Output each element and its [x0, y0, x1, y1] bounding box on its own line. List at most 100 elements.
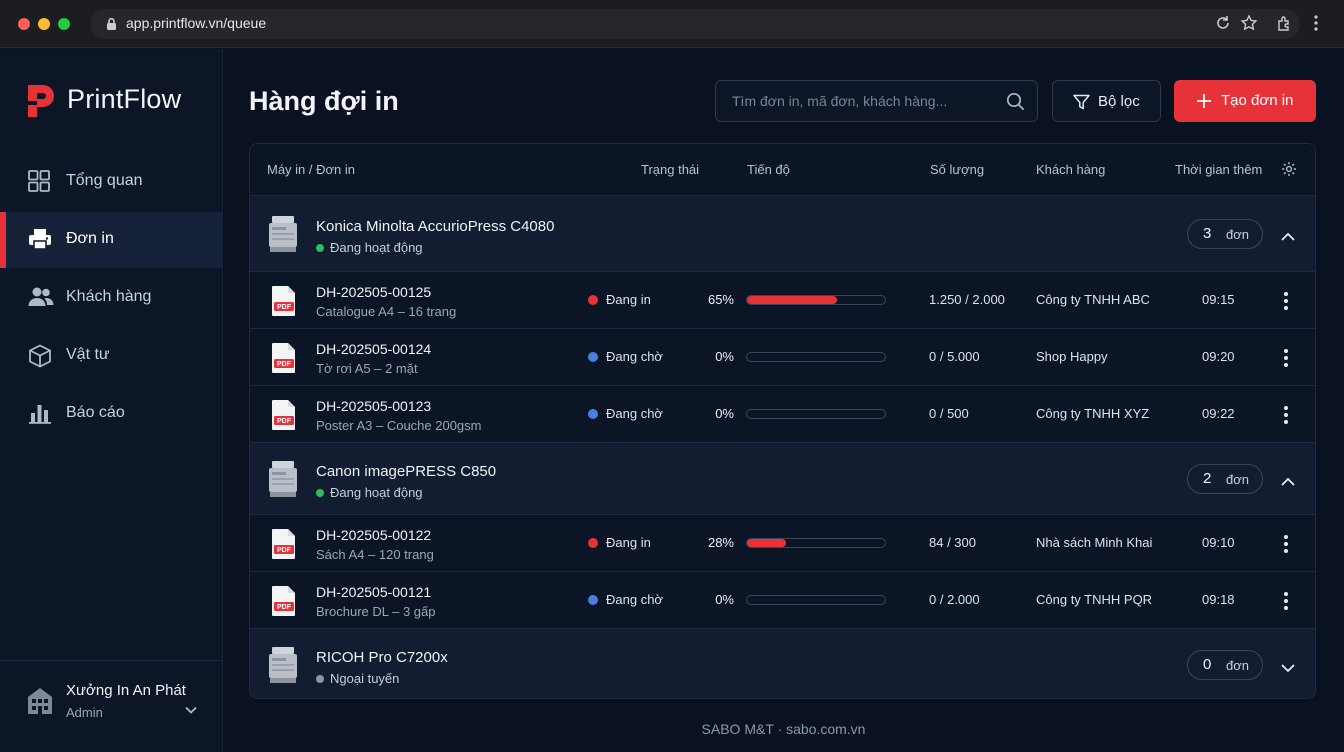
workshop-building-icon [28, 688, 52, 714]
status-dot [316, 244, 324, 252]
order-id[interactable]: DH-202505-00124 [316, 341, 431, 357]
order-customer: Nhà sách Minh Khai [1036, 535, 1153, 550]
filter-label: Bộ lọc [1098, 93, 1140, 110]
browser-menu-icon[interactable] [1312, 14, 1320, 32]
order-count-unit: đơn [1226, 472, 1249, 487]
chevron-down-icon[interactable] [1280, 660, 1296, 678]
address-bar[interactable] [90, 9, 1300, 39]
pdf-file-icon: PDF [271, 528, 297, 565]
printer-group-row[interactable]: Canon imagePRESS C850 Đang hoạt động 2 đơn [250, 443, 1315, 515]
order-row[interactable]: PDF DH-202505-00124 Tờ rơi A5 – 2 mặt Đang … [250, 329, 1315, 386]
gear-icon[interactable] [1281, 161, 1297, 177]
create-order-label: Tạo đơn in [1221, 92, 1294, 109]
order-count-unit: đơn [1226, 227, 1249, 242]
order-customer: Công ty TNHH ABC [1036, 292, 1150, 307]
more-options-icon[interactable] [1282, 591, 1290, 616]
progress-bar [746, 352, 886, 362]
sidebar-item-reports[interactable]: Báo cáo [0, 386, 223, 442]
search-placeholder: Tìm đơn in, mã đơn, khách hàng... [732, 93, 948, 109]
order-description: Tờ rơi A5 – 2 mặt [316, 361, 418, 376]
reload-icon[interactable] [1214, 14, 1232, 32]
sidebar-item-materials[interactable]: Vật tư [0, 328, 223, 384]
order-row[interactable]: PDF DH-202505-00125 Catalogue A4 – 16 tran… [250, 272, 1315, 329]
more-options-icon[interactable] [1282, 405, 1290, 430]
chevron-up-icon[interactable] [1280, 474, 1296, 492]
order-row[interactable]: PDF DH-202505-00121 Brochure DL – 3 gấp Đan… [250, 572, 1315, 629]
create-order-button[interactable]: Tạo đơn in [1174, 80, 1316, 122]
order-status: Đang chờ [588, 592, 663, 607]
sidebar-item-label: Đơn in [66, 230, 114, 247]
sidebar: PrintFlow Tổng quan Đơn in Khách hàng Vậ… [0, 49, 223, 752]
lock-icon [107, 17, 116, 30]
printer-group-row[interactable]: Konica Minolta AccurioPress C4080 Đang ho… [250, 196, 1315, 272]
minimize-window-button[interactable] [38, 18, 50, 30]
bar-chart-icon [29, 405, 51, 424]
order-time-added: 09:15 [1202, 292, 1235, 307]
column-header-quantity: Số lượng [930, 162, 985, 177]
column-header-status: Trạng thái [641, 162, 700, 177]
column-header-progress: Tiến độ [747, 162, 790, 177]
url-text: app.printflow.vn/queue [126, 15, 267, 31]
order-status: Đang chờ [588, 406, 663, 421]
svg-text:PDF: PDF [277, 604, 292, 611]
order-count: 3 [1203, 225, 1212, 242]
svg-text:PDF: PDF [277, 418, 292, 425]
order-status-label: Đang in [606, 535, 651, 550]
close-window-button[interactable] [18, 18, 30, 30]
sidebar-divider [0, 660, 223, 661]
printer-status-label: Ngoại tuyến [330, 671, 400, 686]
chevron-up-icon[interactable] [1280, 229, 1296, 247]
pdf-file-icon: PDF [271, 585, 297, 622]
order-quantity: 0 / 2.000 [929, 592, 980, 607]
filter-button[interactable]: Bộ lọc [1052, 80, 1161, 122]
progress-bar [746, 538, 886, 548]
page-title: Hàng đợi in [249, 86, 399, 116]
printer-name: Konica Minolta AccurioPress C4080 [316, 218, 555, 235]
order-description: Sách A4 – 120 trang [316, 547, 434, 562]
status-dot [316, 489, 324, 497]
order-count-badge: 3 đơn [1187, 219, 1263, 249]
printflow-logo-icon [28, 85, 54, 117]
order-quantity: 1.250 / 2.000 [929, 292, 1005, 307]
order-count-badge: 2 đơn [1187, 464, 1263, 494]
column-header-time-added: Thời gian thêm [1175, 162, 1263, 177]
users-icon [28, 287, 54, 306]
order-status-label: Đang chờ [606, 349, 663, 364]
order-id[interactable]: DH-202505-00123 [316, 398, 431, 414]
order-row[interactable]: PDF DH-202505-00122 Sách A4 – 120 trang Đan… [250, 515, 1315, 572]
progress-percent: 0% [715, 592, 734, 607]
more-options-icon[interactable] [1282, 534, 1290, 559]
printer-name: RICOH Pro C7200x [316, 649, 448, 666]
order-time-added: 09:22 [1202, 406, 1235, 421]
printer-group-row[interactable]: RICOH Pro C7200x Ngoại tuyến 0 đơn [250, 629, 1315, 698]
more-options-icon[interactable] [1282, 291, 1290, 316]
order-id[interactable]: DH-202505-00125 [316, 284, 431, 300]
progress-bar [746, 595, 886, 605]
order-count-unit: đơn [1226, 658, 1249, 673]
workspace-name[interactable]: Xưởng In An Phát [66, 682, 186, 699]
maximize-window-button[interactable] [58, 18, 70, 30]
workspace-role: Admin [66, 705, 103, 720]
order-id[interactable]: DH-202505-00121 [316, 584, 431, 600]
extensions-icon[interactable] [1276, 14, 1294, 32]
printer-device-icon [268, 646, 298, 689]
progress-bar-fill [747, 539, 786, 547]
sidebar-item-customers[interactable]: Khách hàng [0, 270, 223, 326]
column-header-customer: Khách hàng [1036, 162, 1106, 177]
chevron-down-icon[interactable] [184, 705, 198, 715]
progress-percent: 28% [707, 535, 734, 550]
search-input[interactable]: Tìm đơn in, mã đơn, khách hàng... [715, 80, 1038, 122]
status-dot [588, 409, 598, 419]
order-id[interactable]: DH-202505-00122 [316, 527, 431, 543]
order-count: 2 [1203, 470, 1212, 487]
star-icon[interactable] [1240, 14, 1258, 32]
order-row[interactable]: PDF DH-202505-00123 Poster A3 – Couche 200… [250, 386, 1315, 443]
more-options-icon[interactable] [1282, 348, 1290, 373]
search-icon[interactable] [1006, 92, 1025, 111]
sidebar-item-overview[interactable]: Tổng quan [0, 154, 223, 210]
order-description: Catalogue A4 – 16 trang [316, 304, 457, 319]
brand-name: PrintFlow [67, 84, 182, 114]
printer-name: Canon imagePRESS C850 [316, 463, 497, 480]
order-quantity: 84 / 300 [929, 535, 976, 550]
sidebar-item-orders[interactable]: Đơn in [0, 212, 223, 268]
